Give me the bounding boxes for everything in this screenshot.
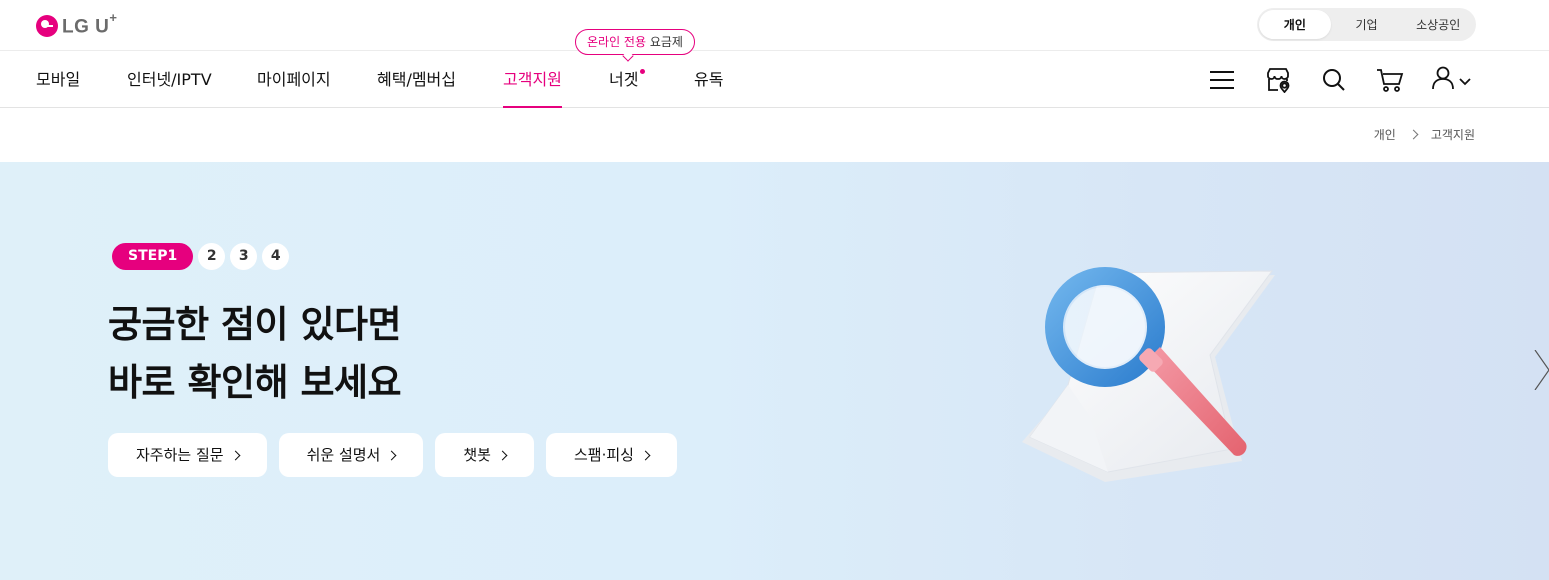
breadcrumb: 개인 고객지원: [1374, 126, 1475, 143]
breadcrumb-support[interactable]: 고객지원: [1431, 126, 1475, 143]
store-location-icon[interactable]: [1264, 66, 1292, 94]
user-icon: [1432, 66, 1454, 94]
magnifier-document-illustration: [1010, 237, 1290, 497]
step-2[interactable]: 2: [198, 243, 226, 270]
easy-guide-button[interactable]: 쉬운 설명서: [278, 433, 424, 477]
menu-icon[interactable]: [1208, 66, 1236, 94]
logo-text: LG U: [62, 16, 110, 38]
headline-line-2: 바로 확인해 보세요: [108, 361, 402, 404]
step-4[interactable]: 4: [262, 243, 290, 270]
nav-internet-iptv[interactable]: 인터넷/IPTV: [127, 51, 212, 108]
nav-mypage[interactable]: 마이페이지: [257, 51, 331, 108]
nav-nugget[interactable]: 너겟: [609, 51, 646, 108]
step-3[interactable]: 3: [230, 243, 258, 270]
breadcrumb-chevron-icon: [1408, 129, 1419, 140]
logo-plus: +: [109, 10, 118, 26]
nav-udok[interactable]: 유독: [694, 51, 723, 108]
step-active-badge[interactable]: STEP1: [112, 243, 194, 270]
nav-nugget-label: 너겟: [609, 70, 639, 89]
lg-logo-icon: [36, 15, 58, 37]
segment-personal[interactable]: 개인: [1259, 10, 1331, 39]
segment-small-business[interactable]: 소상공인: [1402, 10, 1474, 39]
step-indicator: STEP1 2 3 4: [112, 243, 290, 270]
main-nav: 모바일 인터넷/IPTV 마이페이지 혜택/멤버십 고객지원 너겟 유독: [0, 51, 1549, 108]
nav-mobile[interactable]: 모바일: [36, 51, 80, 108]
slide-next-arrow-icon[interactable]: [1531, 349, 1549, 391]
faq-button-label: 자주하는 질문: [136, 446, 224, 464]
chevron-right-icon: [386, 450, 397, 460]
quick-links: 자주하는 질문 쉬운 설명서 챗봇 스팸·피싱: [108, 433, 677, 477]
new-dot-badge: [640, 69, 646, 74]
promo-text: 요금제: [649, 35, 683, 49]
chatbot-button[interactable]: 챗봇: [435, 433, 534, 477]
chevron-right-icon: [640, 450, 651, 460]
chevron-down-icon: [1459, 71, 1471, 90]
faq-button[interactable]: 자주하는 질문: [108, 433, 267, 477]
spam-phishing-button[interactable]: 스팸·피싱: [545, 433, 677, 477]
lguplus-logo[interactable]: LG U+: [36, 10, 117, 38]
promo-bubble[interactable]: 온라인 전용 요금제: [575, 29, 695, 55]
nav-customer-support[interactable]: 고객지원: [503, 51, 562, 108]
chatbot-button-label: 챗봇: [463, 446, 491, 464]
customer-type-switch: 개인 기업 소상공인: [1257, 8, 1476, 41]
cart-icon[interactable]: [1376, 66, 1404, 94]
segment-business[interactable]: 기업: [1331, 10, 1403, 39]
hero-banner: STEP1 2 3 4 궁금한 점이 있다면 바로 확인해 보세요 자주하는 질…: [0, 162, 1549, 580]
top-bar: LG U+ 개인 기업 소상공인: [0, 0, 1549, 51]
spam-phishing-button-label: 스팸·피싱: [573, 446, 634, 464]
easy-guide-button-label: 쉬운 설명서: [306, 446, 381, 464]
chevron-right-icon: [497, 450, 508, 460]
user-menu[interactable]: [1432, 66, 1476, 94]
promo-highlight: 온라인 전용: [587, 35, 647, 49]
chevron-right-icon: [230, 450, 241, 460]
breadcrumb-personal[interactable]: 개인: [1374, 126, 1396, 143]
headline-line-1: 궁금한 점이 있다면: [108, 303, 402, 346]
hero-headline: 궁금한 점이 있다면 바로 확인해 보세요: [108, 296, 402, 412]
search-icon[interactable]: [1320, 66, 1348, 94]
nav-benefits[interactable]: 혜택/멤버십: [377, 51, 456, 108]
